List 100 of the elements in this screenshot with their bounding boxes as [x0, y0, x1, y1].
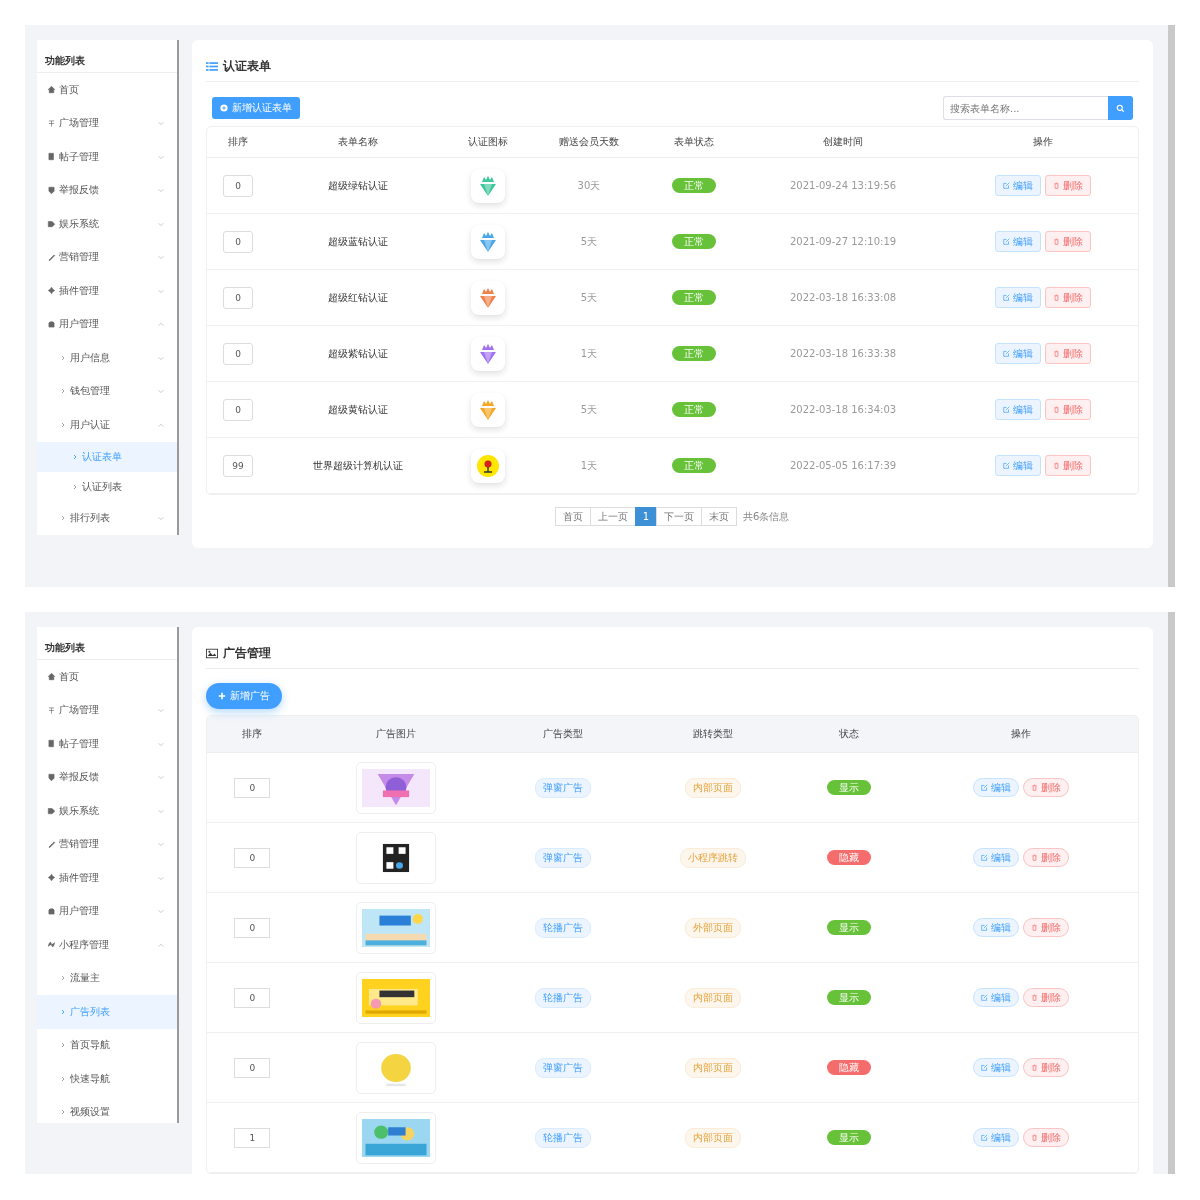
sidebar-item[interactable]: 首页 — [37, 73, 177, 107]
sidebar-item[interactable]: 插件管理 — [37, 861, 177, 895]
page-button[interactable]: 末页 — [701, 507, 737, 526]
page-title: 广告管理 — [223, 645, 271, 662]
sidebar-subitem[interactable]: 认证列表 — [37, 471, 177, 502]
caret-icon — [59, 1108, 67, 1117]
trash-icon — [1053, 182, 1060, 189]
status-badge: 正常 — [671, 458, 716, 473]
status-badge: 显示 — [827, 1130, 872, 1145]
column-header: 赠送会员天数 — [528, 127, 649, 158]
list-icon — [206, 61, 218, 72]
table-cell: 2022-03-18 16:34:03 — [738, 381, 948, 438]
sidebar-title: 功能列表 — [37, 40, 177, 73]
edit-icon — [1003, 350, 1010, 357]
table-cell: 30天 — [528, 157, 649, 214]
edit-icon — [1003, 182, 1010, 189]
menu-item-icon — [47, 906, 56, 916]
sidebar-item[interactable]: 首页 — [37, 660, 177, 694]
sidebar-subitem[interactable]: 钱包管理 — [37, 374, 177, 408]
search-field[interactable]: 搜索表单名称... — [943, 96, 1108, 120]
sort-input[interactable]: 0 — [223, 286, 253, 309]
menu-item-icon — [47, 118, 56, 128]
sidebar-subitem[interactable]: 流量主 — [37, 961, 177, 995]
sidebar-item[interactable]: 举报反馈 — [37, 173, 177, 207]
jump-type-tag: 内部页面 — [685, 777, 742, 798]
sort-input[interactable]: 0 — [234, 987, 271, 1008]
sidebar-subitem[interactable]: 用户信息 — [37, 341, 177, 375]
edit-icon — [981, 924, 988, 931]
sort-input[interactable]: 0 — [234, 917, 271, 938]
column-header: 操作 — [904, 716, 1138, 753]
menu-item-icon — [47, 739, 56, 749]
sidebar-item[interactable]: 娱乐系统 — [37, 794, 177, 828]
trash-icon — [1031, 1134, 1038, 1141]
column-header: 表单名称 — [269, 127, 448, 158]
table-cell: 超级蓝钻认证 — [269, 213, 448, 270]
table-cell: 5天 — [528, 213, 649, 270]
sidebar-subitem[interactable]: 快速导航 — [37, 1062, 177, 1096]
sidebar-item[interactable]: 帖子管理 — [37, 727, 177, 761]
edit-icon — [981, 1134, 988, 1141]
column-header: 排序 — [207, 127, 270, 158]
sidebar-item[interactable]: 用户管理 — [37, 894, 177, 928]
sidebar-subitem[interactable]: 用户认证 — [37, 408, 177, 442]
column-header: 操作 — [947, 127, 1138, 158]
column-header: 广告图片 — [297, 716, 494, 753]
edit-icon — [981, 854, 988, 861]
ad-type-tag: 轮播广告 — [534, 917, 591, 938]
sort-input[interactable]: 0 — [234, 847, 271, 868]
sidebar-item[interactable]: 娱乐系统 — [37, 207, 177, 241]
page-button[interactable]: 首页 — [554, 507, 591, 526]
sort-input[interactable]: 0 — [234, 1057, 271, 1078]
sidebar-item[interactable]: 帖子管理 — [37, 140, 177, 174]
sort-input[interactable]: 99 — [223, 454, 253, 477]
edit-icon — [981, 784, 988, 791]
page-button[interactable]: 下一页 — [656, 507, 702, 526]
menu-item-icon — [47, 705, 56, 715]
sidebar-item[interactable]: 小程序管理 — [37, 928, 177, 962]
sidebar-subitem[interactable]: 视频设置 — [37, 1095, 177, 1123]
scrollbar[interactable] — [1168, 25, 1175, 587]
trash-icon — [1053, 350, 1060, 357]
column-header: 表单状态 — [649, 127, 739, 158]
sidebar-subitem[interactable]: 排行列表 — [37, 501, 177, 535]
scrollbar[interactable] — [1168, 612, 1175, 1174]
caret-icon — [71, 452, 79, 461]
column-header: 创建时间 — [738, 127, 948, 158]
sidebar-subitem[interactable]: 首页导航 — [37, 1028, 177, 1062]
edit-icon — [1003, 462, 1010, 469]
trash-icon — [1031, 784, 1038, 791]
status-badge: 显示 — [827, 920, 872, 935]
page-button[interactable]: 上一页 — [589, 507, 636, 526]
trash-icon — [1031, 854, 1038, 861]
edit-icon — [981, 1064, 988, 1071]
caret-icon — [59, 1007, 67, 1016]
ad-type-tag: 弹窗广告 — [534, 777, 591, 798]
jump-type-tag: 内部页面 — [685, 987, 742, 1008]
sort-input[interactable]: 0 — [223, 342, 253, 365]
table-cell: 2022-05-05 16:17:39 — [738, 437, 948, 494]
table-cell: 世界超级计算机认证 — [269, 437, 448, 494]
table-cell: 2021-09-27 12:10:19 — [738, 213, 948, 270]
sidebar-item[interactable]: 插件管理 — [37, 274, 177, 308]
table-cell: 5天 — [528, 269, 649, 326]
caret-icon — [59, 974, 67, 983]
sort-input[interactable]: 0 — [234, 777, 271, 798]
sidebar-title: 功能列表 — [37, 627, 177, 660]
sidebar-item[interactable]: 举报反馈 — [37, 760, 177, 794]
menu-item-icon — [47, 185, 56, 195]
sort-input[interactable]: 0 — [223, 398, 253, 421]
trash-icon — [1053, 294, 1060, 301]
sort-input[interactable]: 0 — [223, 230, 253, 253]
sidebar-item[interactable]: 广场管理 — [37, 693, 177, 727]
sidebar-item[interactable]: 营销管理 — [37, 827, 177, 861]
status-badge: 正常 — [671, 402, 716, 417]
search-button[interactable] — [1108, 96, 1133, 120]
sort-input[interactable]: 1 — [234, 1127, 271, 1148]
sort-input[interactable]: 0 — [223, 174, 253, 197]
sidebar-item[interactable]: 广场管理 — [37, 106, 177, 140]
plus-icon — [218, 692, 226, 700]
column-header: 广告类型 — [493, 716, 632, 753]
sidebar-item[interactable]: 营销管理 — [37, 240, 177, 274]
table-cell: 超级绿钻认证 — [269, 157, 448, 214]
sidebar-item[interactable]: 用户管理 — [37, 307, 177, 341]
